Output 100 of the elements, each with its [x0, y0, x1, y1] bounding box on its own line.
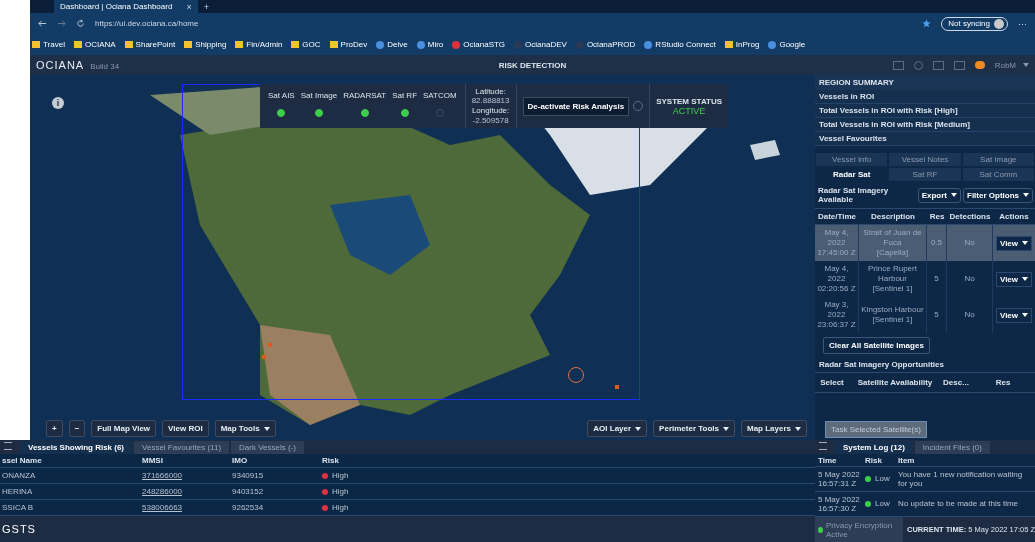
log-tab[interactable]: System Log (12) — [835, 441, 913, 454]
column-header[interactable]: Select — [815, 373, 849, 392]
column-header[interactable]: Time — [818, 455, 862, 465]
notification-badge[interactable] — [974, 61, 985, 69]
detail-tab[interactable]: Vessel Notes — [888, 152, 962, 167]
map-layer-button[interactable]: AOI Layer — [587, 420, 648, 437]
bookmark-link[interactable]: OcianaDEV — [514, 40, 567, 49]
longitude-value: -2.509578 — [472, 115, 509, 126]
address-bar[interactable]: https://ui.dev.ociana.ca/home — [95, 19, 913, 28]
table-cell: 5 — [927, 261, 947, 297]
map-control-button[interactable]: Map Tools — [214, 420, 276, 437]
deactivate-button[interactable]: De-activate Risk Analysis — [522, 96, 630, 116]
map-layer-button[interactable]: Map Layers — [740, 420, 807, 437]
risk-label: High — [332, 471, 349, 480]
bookmark-link[interactable]: Travel — [32, 40, 65, 49]
map-layer-button[interactable]: Perimeter Tools — [653, 420, 735, 437]
table-cell: Kingston Harbour [Sentinel 1] — [859, 297, 927, 333]
mmsi-link[interactable]: 538006663 — [142, 503, 183, 512]
column-header[interactable]: MMSI — [142, 456, 232, 465]
column-header[interactable]: Satellite Availability — [849, 373, 941, 392]
caret-icon — [1022, 277, 1029, 281]
view-button[interactable]: View — [995, 307, 1033, 323]
page-title: RISK DETECTION — [498, 60, 567, 70]
vessel-marker-icon — [615, 385, 619, 389]
vessel-tab[interactable]: Dark Vessels (-) — [231, 441, 304, 454]
build-label: Build 34 — [90, 62, 120, 71]
caret-icon — [795, 426, 801, 431]
clear-images-button[interactable]: Clear All Satellite Images — [823, 337, 930, 354]
browser-tab[interactable]: Dashboard | Ociana Dashboard × — [54, 0, 198, 13]
table-cell: Strait of Juan de Fuca [Capella] — [859, 225, 927, 261]
feed-label: Sat RF — [392, 91, 418, 100]
forward-arrow-icon[interactable] — [57, 19, 66, 28]
menu-icon[interactable] — [4, 442, 12, 450]
bookmark-link[interactable]: InProg — [724, 40, 760, 49]
column-header[interactable]: IMO — [232, 456, 322, 465]
bookmark-link[interactable]: RStudio Connect — [644, 40, 716, 49]
bookmark-link[interactable]: ProDev — [329, 40, 368, 49]
filter-button[interactable]: Filter Options — [963, 187, 1033, 203]
table-cell: May 4, 2022 17:45:00 Z — [815, 225, 859, 261]
latitude-value: 82.888813 — [471, 96, 510, 106]
table-cell: Prince Rupert Harbour [Sentinel 1] — [859, 261, 927, 297]
mmsi-link[interactable]: 248286000 — [142, 487, 183, 496]
export-button[interactable]: Export — [917, 187, 961, 203]
section-title: Radar Sat Imagery Opportunities — [818, 359, 945, 371]
table-cell: 5 — [927, 297, 947, 333]
detail-tab[interactable]: Vessel Info — [815, 152, 889, 167]
table-cell: No — [947, 225, 993, 261]
feed-label: RADARSAT — [343, 91, 387, 100]
column-header[interactable]: Item — [898, 455, 1035, 465]
bookmark-link[interactable]: Shipping — [184, 40, 227, 49]
vessel-tab[interactable]: Vessel Favourites (11) — [134, 441, 230, 454]
map-control-button[interactable]: View ROI — [162, 420, 209, 437]
column-header[interactable]: Risk — [865, 455, 895, 465]
caret-icon — [1022, 313, 1029, 317]
back-arrow-icon[interactable] — [38, 19, 47, 28]
bookmark-link[interactable]: SharePoint — [124, 40, 176, 49]
view-button[interactable]: View — [995, 235, 1033, 251]
table-cell-text: 9403152 — [232, 487, 265, 496]
summary-row: Vessels in ROI — [815, 90, 1035, 104]
table-cell-text: HERINA — [2, 487, 34, 496]
column-header[interactable]: Res — [971, 373, 1035, 392]
mmsi-link[interactable]: 371666000 — [142, 471, 183, 480]
column-header[interactable]: Desc... — [941, 373, 971, 392]
reload-icon[interactable] — [76, 19, 85, 28]
bookmark-link[interactable]: OcianaSTG — [452, 40, 506, 49]
detail-tab[interactable]: Sat Comm — [961, 167, 1035, 182]
vessel-tab[interactable]: Vessels Showing Risk (6) — [20, 441, 133, 454]
table-cell-text: 9340915 — [232, 471, 265, 480]
close-tab-button[interactable]: × — [186, 1, 192, 12]
log-tab[interactable]: Incident Files (0) — [914, 441, 990, 454]
encryption-status: Privacy Encryption Active — [825, 520, 894, 539]
view-button[interactable]: View — [995, 271, 1033, 287]
status-dot-icon — [818, 526, 823, 533]
star-icon[interactable] — [922, 19, 932, 28]
caret-icon — [722, 426, 729, 431]
summary-row: Total Vessels in ROI with Risk [Medium] — [815, 118, 1035, 132]
bookmark-link[interactable]: Fin/Admin — [235, 40, 283, 49]
layout-icon[interactable] — [892, 60, 904, 70]
bookmark-link[interactable]: Delve — [376, 40, 408, 49]
feed-label: SATCOM — [423, 91, 457, 100]
detail-tab[interactable]: Sat RF — [888, 167, 962, 182]
more-menu-button[interactable]: ··· — [1018, 18, 1027, 29]
column-header[interactable]: ssel Name — [2, 456, 142, 465]
map-control-button[interactable]: Full Map View — [91, 420, 157, 437]
menu-icon[interactable] — [819, 442, 827, 450]
new-tab-button[interactable]: + — [203, 1, 209, 12]
tab-title: Dashboard | Ociana Dashboard — [60, 2, 173, 11]
bookmark-link[interactable]: Google — [768, 40, 806, 49]
table-cell-text: You have 1 new notification waiting for you — [898, 469, 1024, 489]
system-status-value: ACTIVE — [672, 105, 706, 116]
detail-tab[interactable]: Sat Image — [961, 152, 1035, 167]
bookmark-link[interactable]: OcianaPROD — [575, 40, 636, 49]
zoom-in-button[interactable]: + — [46, 420, 63, 437]
table-cell: May 4, 2022 02:20:56 Z — [815, 261, 859, 297]
bookmark-link[interactable]: GOC — [291, 40, 321, 49]
bookmark-link[interactable]: OCIANA — [73, 40, 116, 49]
column-header[interactable]: Risk — [322, 456, 815, 465]
user-menu[interactable]: RobM — [994, 60, 1029, 70]
bookmark-link[interactable]: Miro — [416, 40, 444, 49]
vessel-marker-icon — [268, 343, 272, 347]
